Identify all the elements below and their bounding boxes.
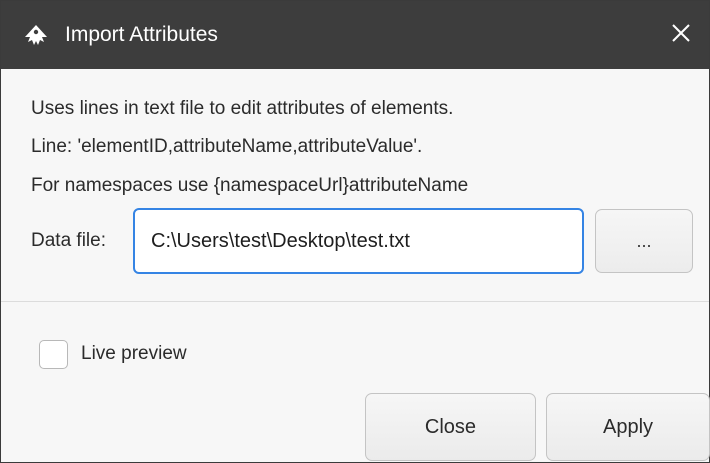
inkscape-logo-icon [23,23,49,49]
live-preview-label[interactable]: Live preview [81,342,187,366]
description-line-2: Line: 'elementID,attributeName,attribute… [31,136,423,157]
window-title: Import Attributes [65,23,218,46]
data-file-label: Data file: [31,230,106,251]
close-button[interactable]: Close [365,393,536,461]
close-icon[interactable] [667,19,695,47]
description-line-3: For namespaces use {namespaceUrl}attribu… [31,175,469,196]
live-preview-checkbox[interactable] [39,340,68,369]
import-attributes-dialog: Import Attributes Uses lines in text fil… [0,0,710,463]
browse-button[interactable]: ... [595,209,693,273]
data-file-input[interactable] [133,208,584,274]
title-bar[interactable]: Import Attributes [1,1,709,69]
description-line-1: Uses lines in text file to edit attribut… [31,98,454,119]
apply-button[interactable]: Apply [546,393,710,461]
separator [1,301,709,302]
